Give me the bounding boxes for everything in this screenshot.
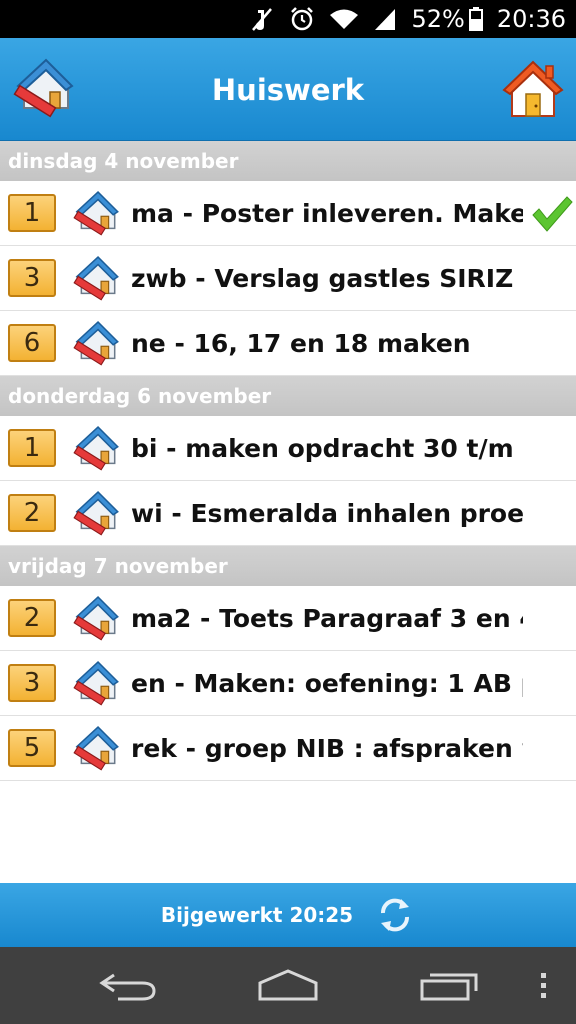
homework-house-icon — [73, 320, 119, 366]
homework-house-icon — [73, 595, 119, 641]
overflow-menu-icon[interactable] — [538, 971, 550, 1001]
homework-item[interactable]: 1 ma - Poster inleveren. Make… — [0, 181, 576, 246]
homework-text: bi - maken opdracht 30 t/m 35 — [131, 434, 523, 463]
last-updated-label: Bijgewerkt 20:25 — [160, 903, 354, 927]
battery-percentage: 52% — [411, 5, 465, 33]
home-icon[interactable] — [500, 56, 566, 122]
back-icon[interactable] — [98, 969, 158, 1003]
checkmark-icon — [532, 196, 573, 232]
system-nav-bar — [0, 947, 576, 1024]
wifi-icon — [330, 9, 359, 29]
hour-badge: 2 — [8, 599, 56, 637]
homework-house-icon — [73, 490, 119, 536]
homework-house-icon — [73, 190, 119, 236]
homework-text: rek - groep NIB : afspraken w… — [131, 734, 523, 763]
homework-item[interactable]: 2 ma2 - Toets Paragraaf 3 en 4… — [0, 586, 576, 651]
homework-house-icon — [73, 255, 119, 301]
homework-item[interactable]: 3 en - Maken: oefening: 1 AB p.… — [0, 651, 576, 716]
homework-text: ma - Poster inleveren. Make… — [131, 199, 523, 228]
signal-icon — [375, 9, 396, 30]
hour-badge: 3 — [8, 259, 56, 297]
status-bar: 52% 20:36 — [0, 0, 576, 38]
homework-house-icon — [73, 425, 119, 471]
alarm-icon — [291, 7, 314, 31]
homework-text: ne - 16, 17 en 18 maken — [131, 329, 471, 358]
homework-list: dinsdag 4 november 1 ma - Poster inlever… — [0, 141, 576, 781]
page-title: Huiswerk — [211, 72, 365, 107]
recent-apps-icon[interactable] — [418, 971, 480, 1001]
date-header: vrijdag 7 november — [0, 546, 576, 586]
hour-badge: 3 — [8, 664, 56, 702]
refresh-icon[interactable] — [375, 895, 415, 935]
app-header: Huiswerk — [0, 38, 576, 141]
homework-item[interactable]: 6 ne - 16, 17 en 18 maken — [0, 311, 576, 376]
homework-text: zwb - Verslag gastles SIRIZ i… — [131, 264, 523, 293]
hour-badge: 1 — [8, 194, 56, 232]
homework-item[interactable]: 5 rek - groep NIB : afspraken w… — [0, 716, 576, 781]
homework-item[interactable]: 1 bi - maken opdracht 30 t/m 35 — [0, 416, 576, 481]
clock: 20:36 — [496, 5, 566, 33]
battery-icon — [468, 7, 483, 31]
update-footer: Bijgewerkt 20:25 — [0, 883, 576, 947]
homework-text: ma2 - Toets Paragraaf 3 en 4… — [131, 604, 523, 633]
mute-icon — [252, 8, 273, 31]
hour-badge: 1 — [8, 429, 56, 467]
homework-text: wi - Esmeralda inhalen proef… — [131, 499, 523, 528]
homework-item[interactable]: 3 zwb - Verslag gastles SIRIZ i… — [0, 246, 576, 311]
date-header: donderdag 6 november — [0, 376, 576, 416]
homework-text: en - Maken: oefening: 1 AB p.… — [131, 669, 523, 698]
date-header: dinsdag 4 november — [0, 141, 576, 181]
hour-badge: 6 — [8, 324, 56, 362]
homework-house-icon — [73, 725, 119, 771]
homework-item[interactable]: 2 wi - Esmeralda inhalen proef… — [0, 481, 576, 546]
hour-badge: 2 — [8, 494, 56, 532]
battery-indicator: 52% — [411, 5, 483, 33]
hour-badge: 5 — [8, 729, 56, 767]
homework-house-icon — [73, 660, 119, 706]
home-nav-icon[interactable] — [256, 969, 320, 1001]
